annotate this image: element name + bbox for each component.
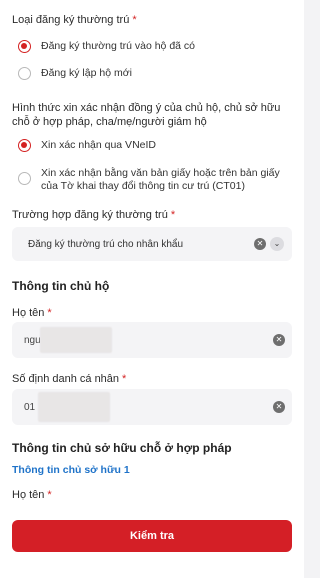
owner-name-label: Họ tên * (12, 489, 52, 501)
redaction-overlay (40, 327, 112, 353)
clear-icon[interactable]: ✕ (273, 401, 285, 413)
consent-method-label: Hình thức xin xác nhận đồng ý của chủ hộ… (12, 102, 281, 128)
household-head-title: Thông tin chủ hộ (12, 279, 110, 293)
owner-1-link[interactable]: Thông tin chủ sở hữu 1 (12, 464, 130, 476)
radio-consent-vneid[interactable]: Xin xác nhận qua VNeID (18, 139, 292, 152)
owner-section-title: Thông tin chủ sở hữu chỗ ở hợp pháp (12, 441, 232, 455)
radio-unselected-icon[interactable] (18, 172, 31, 185)
registration-form-screen: Loại đăng ký thường trú * Đăng ký thường … (0, 0, 304, 578)
residence-type-label: Loại đăng ký thường trú * (12, 14, 137, 26)
head-id-label: Số định danh cá nhân * (12, 373, 127, 385)
radio-new-household[interactable]: Đăng ký lập hộ mới (18, 67, 292, 80)
radio-selected-icon[interactable] (18, 40, 31, 53)
redaction-overlay (38, 392, 110, 422)
clear-icon[interactable]: ✕ (254, 238, 266, 250)
bottom-bar (0, 560, 304, 578)
radio-selected-icon[interactable] (18, 139, 31, 152)
head-name-label: Họ tên * (12, 307, 52, 319)
clear-icon[interactable]: ✕ (273, 334, 285, 346)
radio-consent-paper[interactable]: Xin xác nhận bằng văn bản giấy hoặc trên… (18, 167, 292, 193)
radio-existing-household[interactable]: Đăng ký thường trú vào hộ đã có (18, 40, 292, 53)
chevron-down-icon[interactable]: ⌄ (270, 237, 284, 251)
registration-case-select[interactable]: Đăng ký thường trú cho nhân khẩu (12, 227, 292, 261)
check-button[interactable]: Kiểm tra (12, 520, 292, 552)
registration-case-label: Trường hợp đăng ký thường trú * (12, 209, 176, 221)
radio-unselected-icon[interactable] (18, 67, 31, 80)
